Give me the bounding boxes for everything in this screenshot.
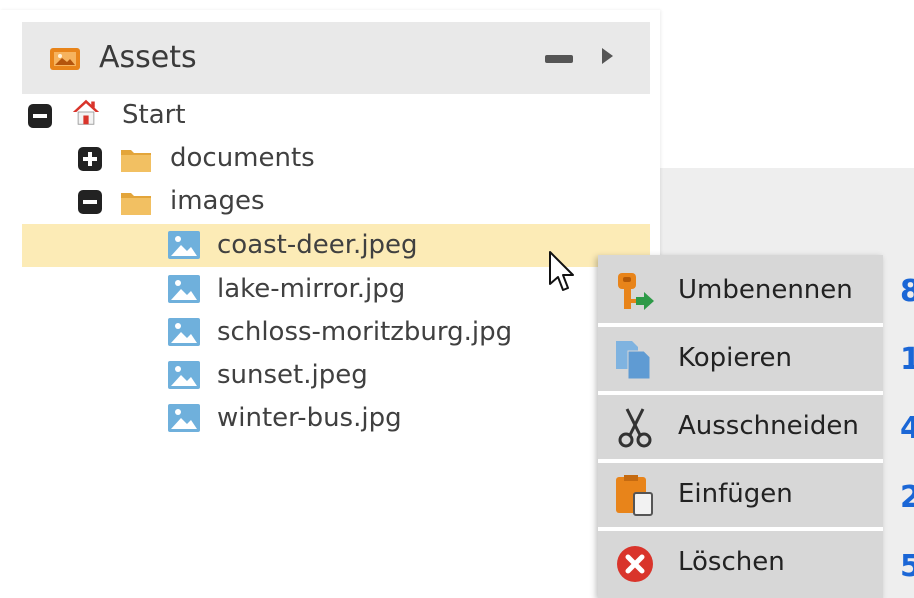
menu-label-delete: Löschen: [678, 547, 785, 577]
context-menu: Umbenennen Kopieren Ausschneiden Einfüge…: [598, 255, 883, 598]
expand-toggle-icon[interactable]: [78, 147, 102, 171]
rename-key-icon: [618, 273, 654, 310]
side-number: 5: [900, 549, 914, 584]
image-file-icon: [168, 361, 200, 389]
tree-label-images: images: [170, 186, 265, 216]
image-file-icon: [168, 404, 200, 432]
menu-item-copy[interactable]: Kopieren: [598, 327, 883, 391]
side-number: 8: [900, 274, 914, 309]
image-file-icon: [168, 275, 200, 303]
collapse-toggle-icon[interactable]: [78, 190, 102, 214]
menu-item-paste[interactable]: Einfügen: [598, 463, 883, 527]
menu-item-delete[interactable]: Löschen: [598, 531, 883, 595]
delete-icon: [617, 546, 653, 582]
menu-item-cut[interactable]: Ausschneiden: [598, 395, 883, 459]
mouse-pointer-icon: [549, 251, 574, 291]
copy-icon: [616, 341, 651, 380]
tree-label-file: winter-bus.jpg: [217, 403, 402, 433]
menu-item-rename[interactable]: Umbenennen: [598, 259, 883, 323]
tree-node-images[interactable]: images: [22, 180, 650, 223]
expand-icon[interactable]: [602, 48, 613, 64]
panel-title: Assets: [99, 40, 197, 75]
side-number: 2: [900, 480, 914, 515]
folder-icon: [121, 150, 151, 172]
menu-label-cut: Ausschneiden: [678, 411, 859, 441]
tree-label-start: Start: [122, 100, 186, 130]
side-number: 4: [900, 411, 914, 446]
tree-node-start[interactable]: Start: [22, 94, 650, 137]
menu-label-paste: Einfügen: [678, 479, 793, 509]
home-icon: [72, 99, 100, 125]
tree-file-row[interactable]: sunset.jpeg: [22, 354, 650, 397]
tree-label-file: coast-deer.jpeg: [217, 230, 418, 260]
tree-label-file: schloss-moritzburg.jpg: [217, 317, 513, 347]
side-number: 1: [900, 342, 914, 377]
minimize-icon[interactable]: [545, 55, 573, 63]
menu-label-rename: Umbenennen: [678, 275, 853, 305]
image-folder-icon: [50, 48, 80, 70]
tree-label-documents: documents: [170, 143, 315, 173]
tree-label-file: sunset.jpeg: [217, 360, 368, 390]
tree-file-row[interactable]: winter-bus.jpg: [22, 397, 650, 440]
menu-label-copy: Kopieren: [678, 343, 792, 373]
tree-file-row[interactable]: schloss-moritzburg.jpg: [22, 311, 650, 354]
image-file-icon: [168, 231, 200, 259]
panel-header: Assets: [22, 22, 650, 94]
folder-icon: [121, 193, 151, 215]
image-file-icon: [168, 318, 200, 346]
tree-label-file: lake-mirror.jpg: [217, 274, 406, 304]
paste-icon: [616, 475, 653, 516]
collapse-toggle-icon[interactable]: [28, 104, 52, 128]
scissors-icon: [618, 408, 652, 448]
tree-node-documents[interactable]: documents: [22, 137, 650, 180]
